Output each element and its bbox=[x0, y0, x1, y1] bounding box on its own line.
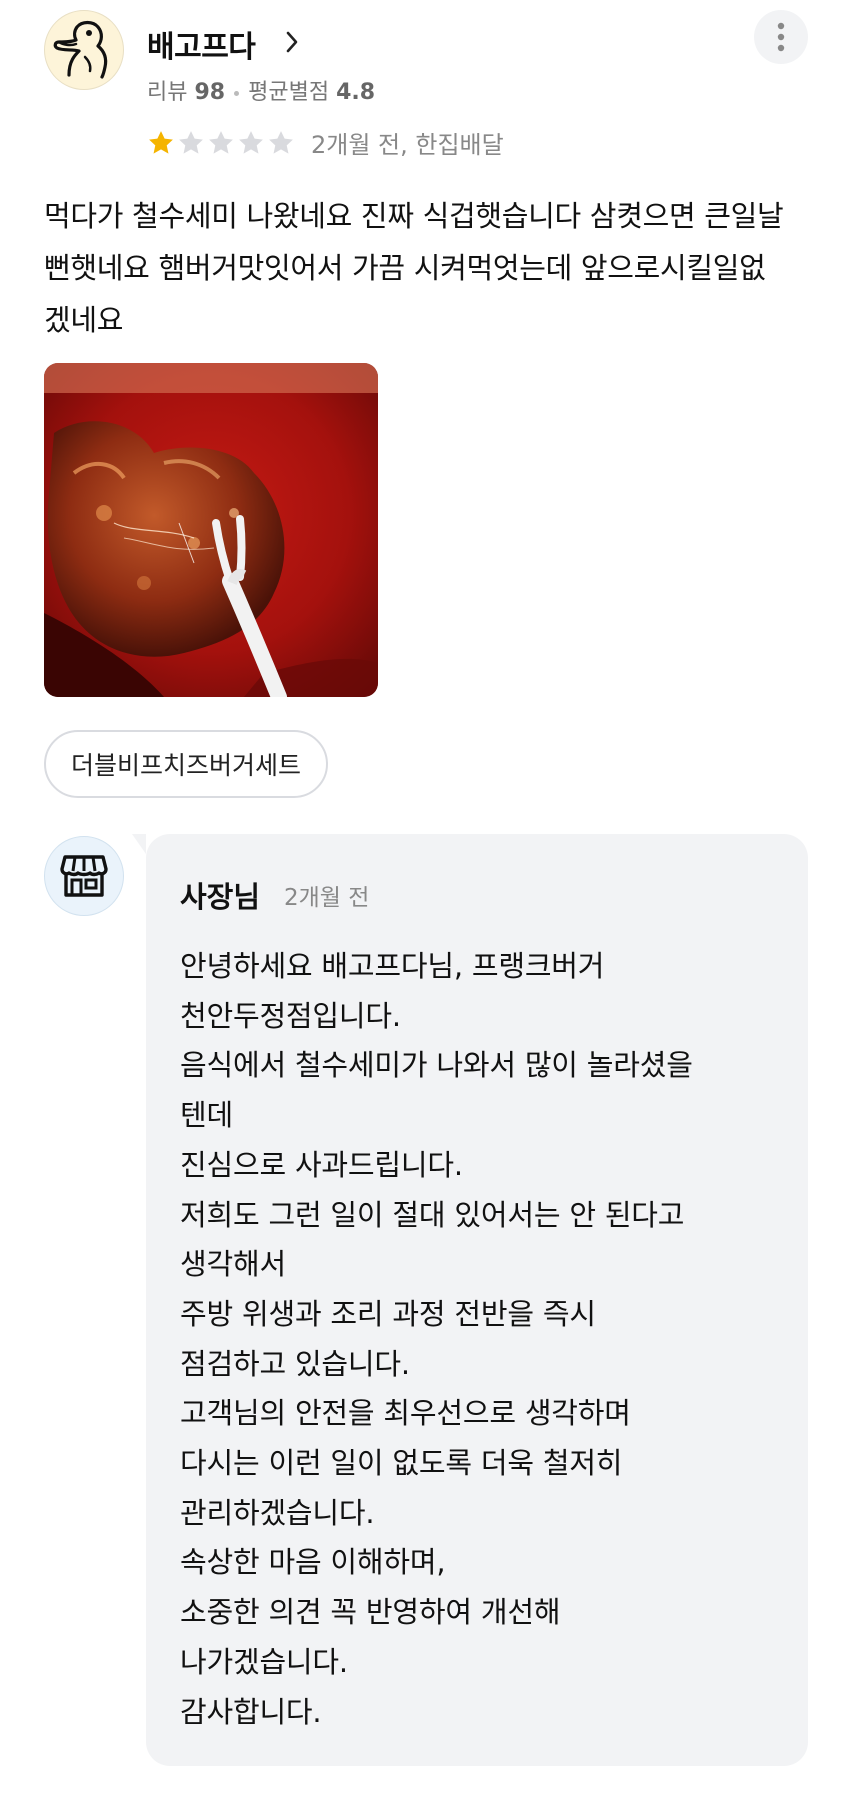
review-count-label: 리뷰 bbox=[147, 80, 188, 105]
reply-line: 주방 위생과 조리 과정 전반을 즉시 bbox=[180, 1296, 596, 1331]
reply-line: 안녕하세요 배고프다님, 프랭크버거 bbox=[180, 949, 605, 983]
reply-line: 속상한 마음 이해하며, bbox=[180, 1545, 446, 1580]
reply-line: 소중한 의견 꼭 반영하여 개선해 bbox=[180, 1595, 561, 1630]
star-rating bbox=[147, 129, 297, 157]
owner-reply-bubble: 사장님 2개월 전 안녕하세요 배고프다님, 프랭크버거천안두정점입니다. 음식에… bbox=[132, 834, 808, 1766]
reply-line: 생각해서 bbox=[180, 1247, 286, 1282]
star-empty-icon bbox=[269, 130, 293, 154]
reply-line: 관리하겠습니다. bbox=[180, 1495, 375, 1530]
food-photo-image bbox=[44, 363, 378, 697]
more-vertical-icon bbox=[777, 22, 785, 52]
review-text: 먹다가 철수세미 나왔네요 진짜 식겁햇습니다 삼켯으면 큰일날뻔햇네요 햄버거… bbox=[44, 199, 784, 337]
star-filled-icon bbox=[149, 130, 173, 154]
star-empty-icon bbox=[239, 130, 263, 154]
rating-row: 2개월 전, 한집배달 bbox=[147, 125, 504, 160]
owner-reply-text: 안녕하세요 배고프다님, 프랭크버거천안두정점입니다. 음식에서 철수세미가 나와… bbox=[180, 942, 780, 1737]
owner-name: 사장님 bbox=[180, 880, 261, 914]
separator-dot bbox=[234, 90, 240, 96]
more-options-button[interactable] bbox=[754, 10, 808, 64]
reply-line: 고객님의 안전을 최우선으로 생각하며 bbox=[180, 1396, 631, 1431]
avg-rating-label: 평균별점 bbox=[248, 80, 330, 105]
chevron-right-icon[interactable] bbox=[284, 30, 300, 54]
review-author-name[interactable]: 배고프다 bbox=[147, 22, 256, 66]
reply-line: 점검하고 있습니다. bbox=[180, 1346, 410, 1381]
menu-tag-chip[interactable]: 더블비프치즈버거세트 bbox=[44, 730, 329, 798]
store-icon bbox=[60, 855, 108, 897]
owner-avatar bbox=[44, 836, 124, 916]
reply-line: 감사합니다. bbox=[180, 1694, 322, 1729]
owner-reply-time: 2개월 전 bbox=[284, 885, 370, 911]
user-avatar[interactable] bbox=[44, 10, 124, 90]
review-header: 배고프다 리뷰 98 평균별점 4.8 2개월 전, 한집배달 bbox=[44, 10, 814, 160]
reply-line: 음식에서 철수세미가 나와서 많이 놀라셨을 bbox=[180, 1048, 693, 1083]
avg-rating: 4.8 bbox=[336, 80, 376, 105]
reply-line: 다시는 이런 일이 없도록 더욱 철저히 bbox=[180, 1446, 623, 1481]
author-stats: 리뷰 98 평균별점 4.8 bbox=[147, 74, 375, 106]
duck-avatar-icon bbox=[53, 20, 108, 79]
reply-line: 텐데 bbox=[180, 1098, 233, 1133]
star-empty-icon bbox=[179, 130, 203, 154]
review-photo[interactable] bbox=[44, 363, 378, 697]
review-meta: 2개월 전, 한집배달 bbox=[311, 131, 504, 159]
reply-line: 진심으로 사과드립니다. bbox=[180, 1147, 463, 1182]
reply-line: 저희도 그런 일이 절대 있어서는 안 된다고 bbox=[180, 1197, 685, 1232]
review-count: 98 bbox=[194, 80, 226, 105]
reply-line: 천안두정점입니다. bbox=[180, 998, 401, 1033]
reply-line: 나가겠습니다. bbox=[180, 1644, 348, 1679]
star-empty-icon bbox=[209, 130, 233, 154]
